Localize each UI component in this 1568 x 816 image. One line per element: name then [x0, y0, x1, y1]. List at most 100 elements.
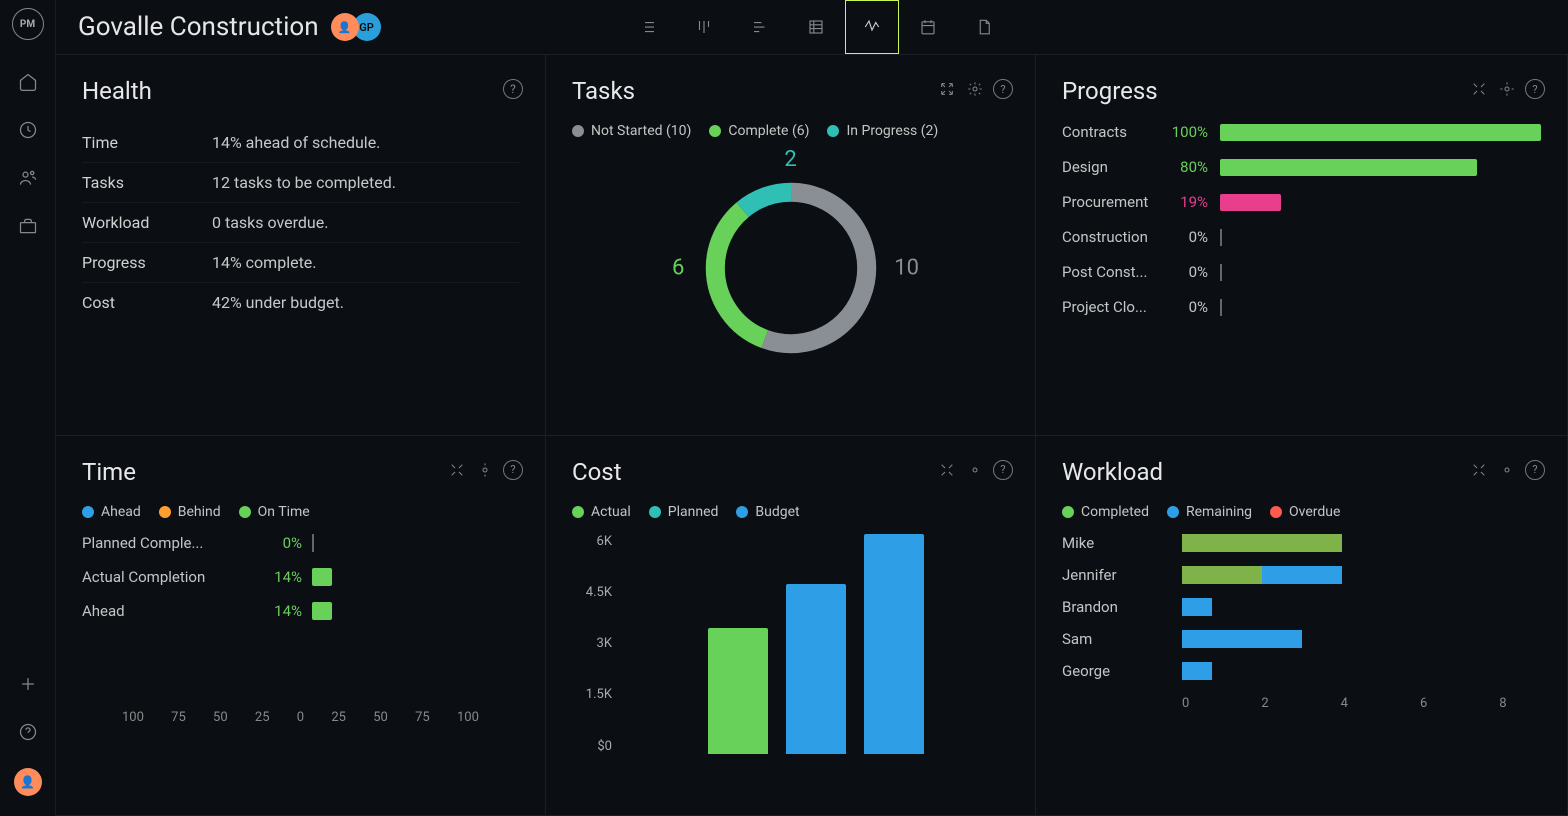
help-icon[interactable]: ? — [503, 79, 523, 99]
time-pct: 14% — [242, 602, 302, 620]
legend-label: Complete (6) — [728, 123, 809, 139]
legend-label: Ahead — [101, 504, 141, 520]
logo[interactable]: PM — [12, 8, 44, 40]
axis-tick: 0 — [297, 710, 304, 725]
progress-row: Design80% — [1062, 158, 1541, 176]
health-value: 14% complete. — [212, 253, 317, 272]
bar-planned — [786, 584, 846, 753]
workload-segment — [1182, 534, 1342, 552]
progress-bar — [1220, 194, 1541, 211]
legend-label: Planned — [668, 504, 719, 520]
progress-name: Post Const... — [1062, 263, 1160, 281]
legend-item: Not Started (10) — [572, 123, 691, 139]
help-icon[interactable]: ? — [993, 79, 1013, 99]
doc-view-icon[interactable] — [957, 0, 1011, 54]
gantt-view-icon[interactable] — [733, 0, 787, 54]
workload-segment — [1182, 630, 1302, 648]
help-icon[interactable]: ? — [993, 460, 1013, 480]
legend-item: Planned — [649, 504, 719, 520]
workload-bar — [1182, 662, 1541, 680]
legend-item: Overdue — [1270, 504, 1340, 520]
legend-item: Completed — [1062, 504, 1149, 520]
gear-icon[interactable] — [965, 79, 985, 99]
time-name: Planned Comple... — [82, 534, 242, 552]
gear-icon[interactable] — [1497, 79, 1517, 99]
list-view-icon[interactable] — [621, 0, 675, 54]
panel-cost: Cost ? ActualPlannedBudget 6K4.5K3K1.5K$… — [546, 436, 1036, 816]
health-value: 0 tasks overdue. — [212, 213, 328, 232]
legend-label: Budget — [755, 504, 799, 520]
legend-item: Actual — [572, 504, 631, 520]
legend-item: Behind — [159, 504, 221, 520]
legend-dot-icon — [572, 125, 584, 137]
legend-dot-icon — [736, 506, 748, 518]
home-icon[interactable] — [8, 62, 48, 102]
progress-row: Construction0% — [1062, 228, 1541, 246]
panel-progress: Progress ? Contracts100%Design80%Procure… — [1036, 55, 1568, 436]
dashboard-view-icon[interactable] — [845, 0, 899, 54]
gear-icon[interactable] — [965, 460, 985, 480]
health-row: Progress14% complete. — [82, 243, 519, 283]
workload-row: Brandon — [1062, 598, 1541, 616]
panel-health: Health ? Time14% ahead of schedule.Tasks… — [56, 55, 546, 436]
workload-segment — [1262, 566, 1342, 584]
avatar-badge-1[interactable]: 👤 — [331, 13, 359, 41]
help-icon[interactable]: ? — [1525, 79, 1545, 99]
axis-tick: $0 — [597, 739, 612, 754]
user-avatar-icon[interactable]: 👤 — [14, 768, 42, 796]
time-row: Planned Comple...0% — [82, 534, 519, 552]
time-row: Ahead14% — [82, 602, 519, 620]
sheet-view-icon[interactable] — [789, 0, 843, 54]
health-value: 14% ahead of schedule. — [212, 133, 380, 152]
expand-icon[interactable] — [937, 79, 957, 99]
legend-dot-icon — [827, 125, 839, 137]
member-badges[interactable]: 👤 GP — [337, 13, 381, 41]
sidebar: PM 👤 — [0, 0, 56, 816]
expand-icon[interactable] — [447, 460, 467, 480]
progress-name: Procurement — [1062, 193, 1160, 211]
health-key: Time — [82, 133, 212, 152]
progress-pct: 0% — [1160, 263, 1208, 281]
legend-dot-icon — [1167, 506, 1179, 518]
axis-tick: 25 — [255, 710, 270, 725]
legend-label: Not Started (10) — [591, 123, 691, 139]
progress-row: Project Clo...0% — [1062, 298, 1541, 316]
add-icon[interactable] — [8, 664, 48, 704]
help-icon[interactable] — [8, 712, 48, 752]
axis-tick: 3K — [597, 636, 612, 651]
progress-pct: 19% — [1160, 193, 1208, 211]
legend-item: Remaining — [1167, 504, 1252, 520]
axis-tick: 50 — [373, 710, 388, 725]
expand-icon[interactable] — [1469, 79, 1489, 99]
gear-icon[interactable] — [475, 460, 495, 480]
team-icon[interactable] — [8, 158, 48, 198]
health-value: 12 tasks to be completed. — [212, 173, 396, 192]
axis-tick: 4 — [1341, 696, 1348, 711]
expand-icon[interactable] — [937, 460, 957, 480]
board-view-icon[interactable] — [677, 0, 731, 54]
workload-segment — [1182, 662, 1212, 680]
gear-icon[interactable] — [1497, 460, 1517, 480]
help-icon[interactable]: ? — [503, 460, 523, 480]
progress-bar — [1220, 299, 1541, 316]
health-row: Cost42% under budget. — [82, 283, 519, 322]
workload-bar — [1182, 534, 1541, 552]
page-title: Govalle Construction — [78, 12, 319, 42]
legend-dot-icon — [239, 506, 251, 518]
calendar-view-icon[interactable] — [901, 0, 955, 54]
panel-workload: Workload ? CompletedRemainingOverdue Mik… — [1036, 436, 1568, 816]
workload-name: Sam — [1062, 630, 1182, 648]
axis-tick: 0 — [1182, 696, 1189, 711]
legend-dot-icon — [1270, 506, 1282, 518]
topbar: Govalle Construction 👤 GP — [56, 0, 1568, 55]
donut-label-notstarted: 10 — [894, 256, 919, 281]
axis-tick: 50 — [213, 710, 228, 725]
health-row: Tasks12 tasks to be completed. — [82, 163, 519, 203]
clock-icon[interactable] — [8, 110, 48, 150]
expand-icon[interactable] — [1469, 460, 1489, 480]
dashboard-grid: Health ? Time14% ahead of schedule.Tasks… — [56, 55, 1568, 816]
legend-dot-icon — [1062, 506, 1074, 518]
briefcase-icon[interactable] — [8, 206, 48, 246]
help-icon[interactable]: ? — [1525, 460, 1545, 480]
legend-item: Complete (6) — [709, 123, 809, 139]
